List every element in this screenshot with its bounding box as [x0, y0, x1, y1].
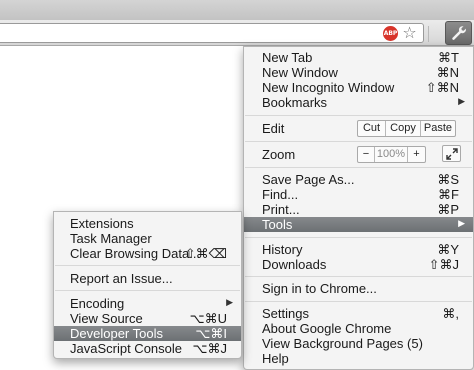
- menu-item-label: Report an Issue...: [70, 271, 173, 286]
- menu-item-print[interactable]: Print... ⌘P: [244, 202, 473, 217]
- menu-item-settings[interactable]: Settings ⌘,: [244, 306, 473, 321]
- menu-item-javascript-console[interactable]: JavaScript Console ⌥⌘J: [54, 341, 241, 356]
- tab-strip: [0, 0, 474, 20]
- menu-item-label: New Incognito Window: [262, 80, 395, 95]
- menu-item-bookmarks[interactable]: Bookmarks ▶: [244, 95, 473, 110]
- menu-item-label: New Tab: [262, 50, 313, 65]
- menu-item-label: Extensions: [70, 216, 134, 231]
- zoom-label: Zoom: [262, 147, 296, 162]
- menu-item-task-manager[interactable]: Task Manager: [54, 231, 241, 246]
- zoom-level: 100%: [375, 147, 408, 162]
- menu-item-help[interactable]: Help: [244, 351, 473, 366]
- menu-item-shortcut: ⌘T: [438, 50, 459, 65]
- menu-item-label: Bookmarks: [262, 95, 328, 110]
- menu-separator: [245, 276, 472, 277]
- menu-item-shortcut: ⌘P: [437, 202, 459, 217]
- zoom-in-button[interactable]: +: [408, 147, 425, 162]
- menu-item-find[interactable]: Find... ⌘F: [244, 187, 473, 202]
- menu-item-downloads[interactable]: Downloads ⇧⌘J: [244, 257, 473, 272]
- menu-item-label: Help: [262, 351, 289, 366]
- menu-item-label: About Google Chrome: [262, 321, 392, 336]
- menu-separator: [55, 265, 240, 266]
- menu-item-new-tab[interactable]: New Tab ⌘T: [244, 50, 473, 65]
- menu-item-history[interactable]: History ⌘Y: [244, 242, 473, 257]
- menu-item-label: Save Page As...: [262, 172, 355, 187]
- menu-item-shortcut: ⌥⌘U: [189, 311, 227, 326]
- menu-item-shortcut: ⌘N: [436, 65, 459, 80]
- cut-button[interactable]: Cut: [358, 121, 386, 136]
- toolbar-divider: [428, 26, 429, 42]
- menu-item-save-page-as[interactable]: Save Page As... ⌘S: [244, 172, 473, 187]
- menu-separator: [55, 290, 240, 291]
- menu-item-label: Print...: [262, 202, 300, 217]
- menu-item-shortcut: ⌘S: [437, 172, 459, 187]
- menu-item-label: Find...: [262, 187, 299, 202]
- menu-item-shortcut: ⌥⌘I: [195, 326, 227, 341]
- menu-item-shortcut: ⇧⌘J: [428, 257, 459, 272]
- menu-item-label: Clear Browsing Data...: [70, 246, 201, 261]
- menu-separator: [245, 237, 472, 238]
- menu-item-label: Developer Tools: [70, 326, 163, 341]
- menu-item-tools[interactable]: Tools ▶: [244, 217, 473, 232]
- menu-item-clear-browsing-data[interactable]: Clear Browsing Data... ⇧⌘⌫: [54, 246, 241, 261]
- edit-button-group: Cut Copy Paste: [357, 120, 456, 137]
- menu-item-view-source[interactable]: View Source ⌥⌘U: [54, 311, 241, 326]
- wrench-icon: [452, 26, 466, 40]
- menu-separator: [245, 115, 472, 116]
- menu-item-extensions[interactable]: Extensions: [54, 216, 241, 231]
- menu-item-shortcut: ⇧⌘N: [425, 80, 459, 95]
- menu-item-shortcut: ⌘F: [438, 187, 459, 202]
- zoom-button-group: − 100% +: [357, 146, 426, 163]
- fullscreen-button[interactable]: [442, 145, 461, 162]
- menu-item-sign-in[interactable]: Sign in to Chrome...: [244, 281, 473, 296]
- menu-item-label: Tools: [262, 217, 293, 232]
- edit-label: Edit: [262, 121, 285, 136]
- menu-item-shortcut: ⌘,: [442, 306, 459, 321]
- menu-item-label: View Background Pages (5): [262, 336, 423, 351]
- menu-separator: [245, 167, 472, 168]
- menu-item-label: History: [262, 242, 303, 257]
- menu-item-report-issue[interactable]: Report an Issue...: [54, 271, 241, 286]
- menu-item-label: Sign in to Chrome...: [262, 281, 377, 296]
- menu-item-shortcut: ⇧⌘⌫: [184, 246, 227, 261]
- menu-item-label: JavaScript Console: [70, 341, 182, 356]
- submenu-arrow-icon: ▶: [458, 219, 465, 229]
- menu-item-label: View Source: [70, 311, 143, 326]
- menu-item-label: Downloads: [262, 257, 327, 272]
- menu-item-label: New Window: [262, 65, 338, 80]
- wrench-menu: New Tab ⌘T New Window ⌘N New Incognito W…: [243, 46, 474, 370]
- adblock-icon[interactable]: ABP: [383, 26, 398, 41]
- address-bar[interactable]: [0, 23, 424, 43]
- menu-item-about[interactable]: About Google Chrome: [244, 321, 473, 336]
- menu-item-label: Encoding: [70, 296, 125, 311]
- zoom-out-button[interactable]: −: [358, 147, 375, 162]
- menu-item-label: Settings: [262, 306, 309, 321]
- menu-item-developer-tools[interactable]: Developer Tools ⌥⌘I: [54, 326, 241, 341]
- menu-item-label: Task Manager: [70, 231, 152, 246]
- menu-item-shortcut: ⌥⌘J: [192, 341, 227, 356]
- bookmark-star-icon[interactable]: ☆: [401, 24, 418, 41]
- paste-button[interactable]: Paste: [421, 121, 455, 136]
- submenu-arrow-icon: ▶: [226, 298, 233, 308]
- menu-item-new-window[interactable]: New Window ⌘N: [244, 65, 473, 80]
- tools-submenu: Extensions Task Manager Clear Browsing D…: [53, 211, 242, 359]
- menu-item-background-pages[interactable]: View Background Pages (5): [244, 336, 473, 351]
- menu-separator: [245, 301, 472, 302]
- menu-item-encoding[interactable]: Encoding ▶: [54, 296, 241, 311]
- submenu-arrow-icon: ▶: [458, 97, 465, 107]
- menu-separator: [245, 141, 472, 142]
- wrench-menu-button[interactable]: [445, 21, 472, 45]
- menu-item-new-incognito-window[interactable]: New Incognito Window ⇧⌘N: [244, 80, 473, 95]
- menu-item-shortcut: ⌘Y: [437, 242, 459, 257]
- copy-button[interactable]: Copy: [386, 121, 421, 136]
- fullscreen-icon: [446, 148, 458, 160]
